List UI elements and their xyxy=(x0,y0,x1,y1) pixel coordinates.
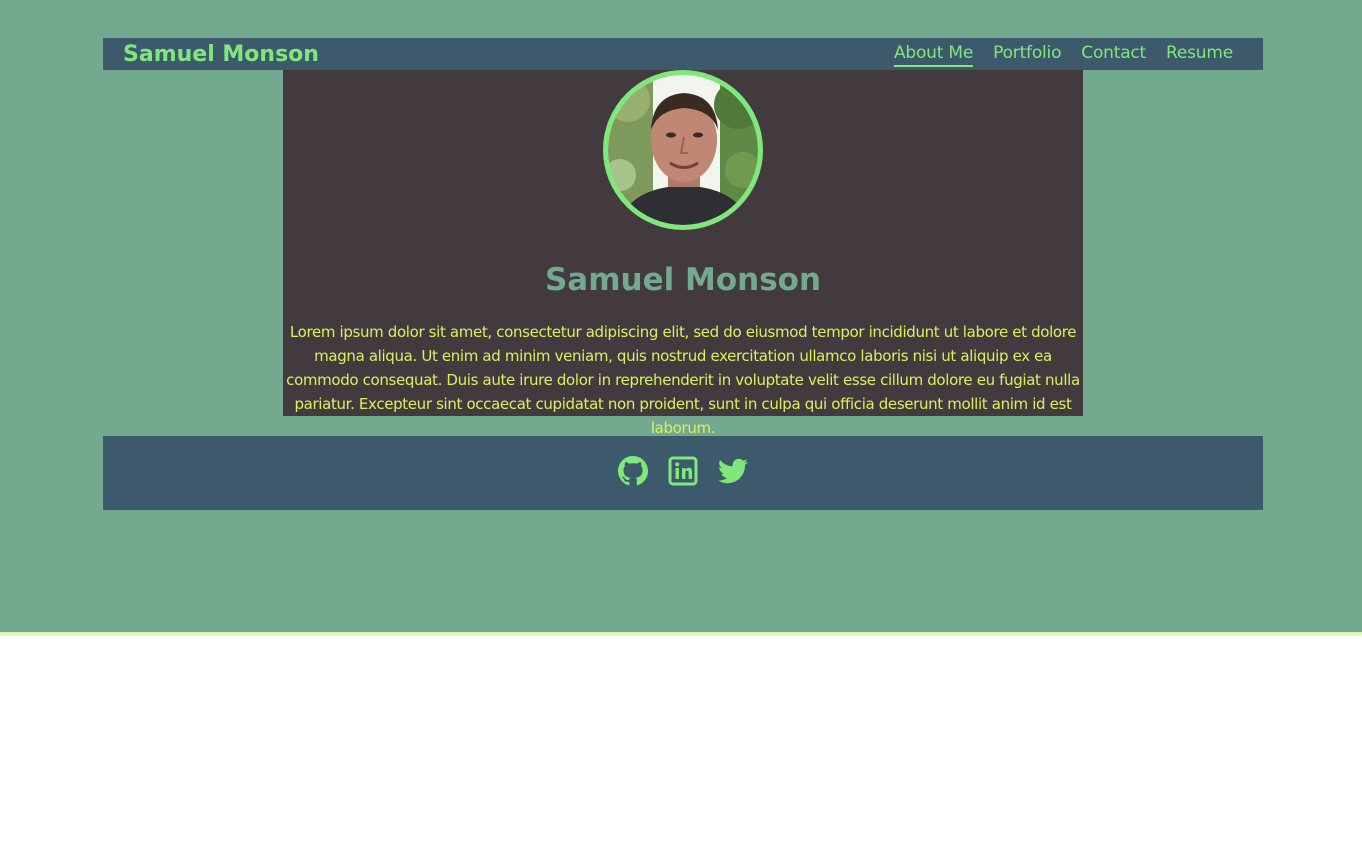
navbar: Samuel Monson About Me Portfolio Contact… xyxy=(103,38,1263,70)
profile-bio: Lorem ipsum dolor sit amet, consectetur … xyxy=(286,323,1080,437)
nav-link-about-me[interactable]: About Me xyxy=(893,42,973,67)
site-brand[interactable]: Samuel Monson xyxy=(123,41,319,69)
footer xyxy=(103,436,1263,510)
about-card: Samuel Monson Lorem ipsum dolor sit amet… xyxy=(283,70,1083,437)
profile-photo-image xyxy=(608,75,758,225)
profile-photo xyxy=(603,70,763,230)
profile-name: Samuel Monson xyxy=(544,262,822,298)
nav-links: About Me Portfolio Contact Resume xyxy=(893,38,1233,70)
twitter-icon[interactable] xyxy=(718,456,748,486)
page-background-edge xyxy=(0,632,1362,636)
linkedin-icon[interactable] xyxy=(668,456,698,486)
nav-link-resume[interactable]: Resume xyxy=(1166,42,1233,67)
github-icon[interactable] xyxy=(618,456,648,486)
social-links xyxy=(103,456,1263,486)
nav-link-portfolio[interactable]: Portfolio xyxy=(993,42,1061,67)
nav-link-contact[interactable]: Contact xyxy=(1081,42,1146,67)
